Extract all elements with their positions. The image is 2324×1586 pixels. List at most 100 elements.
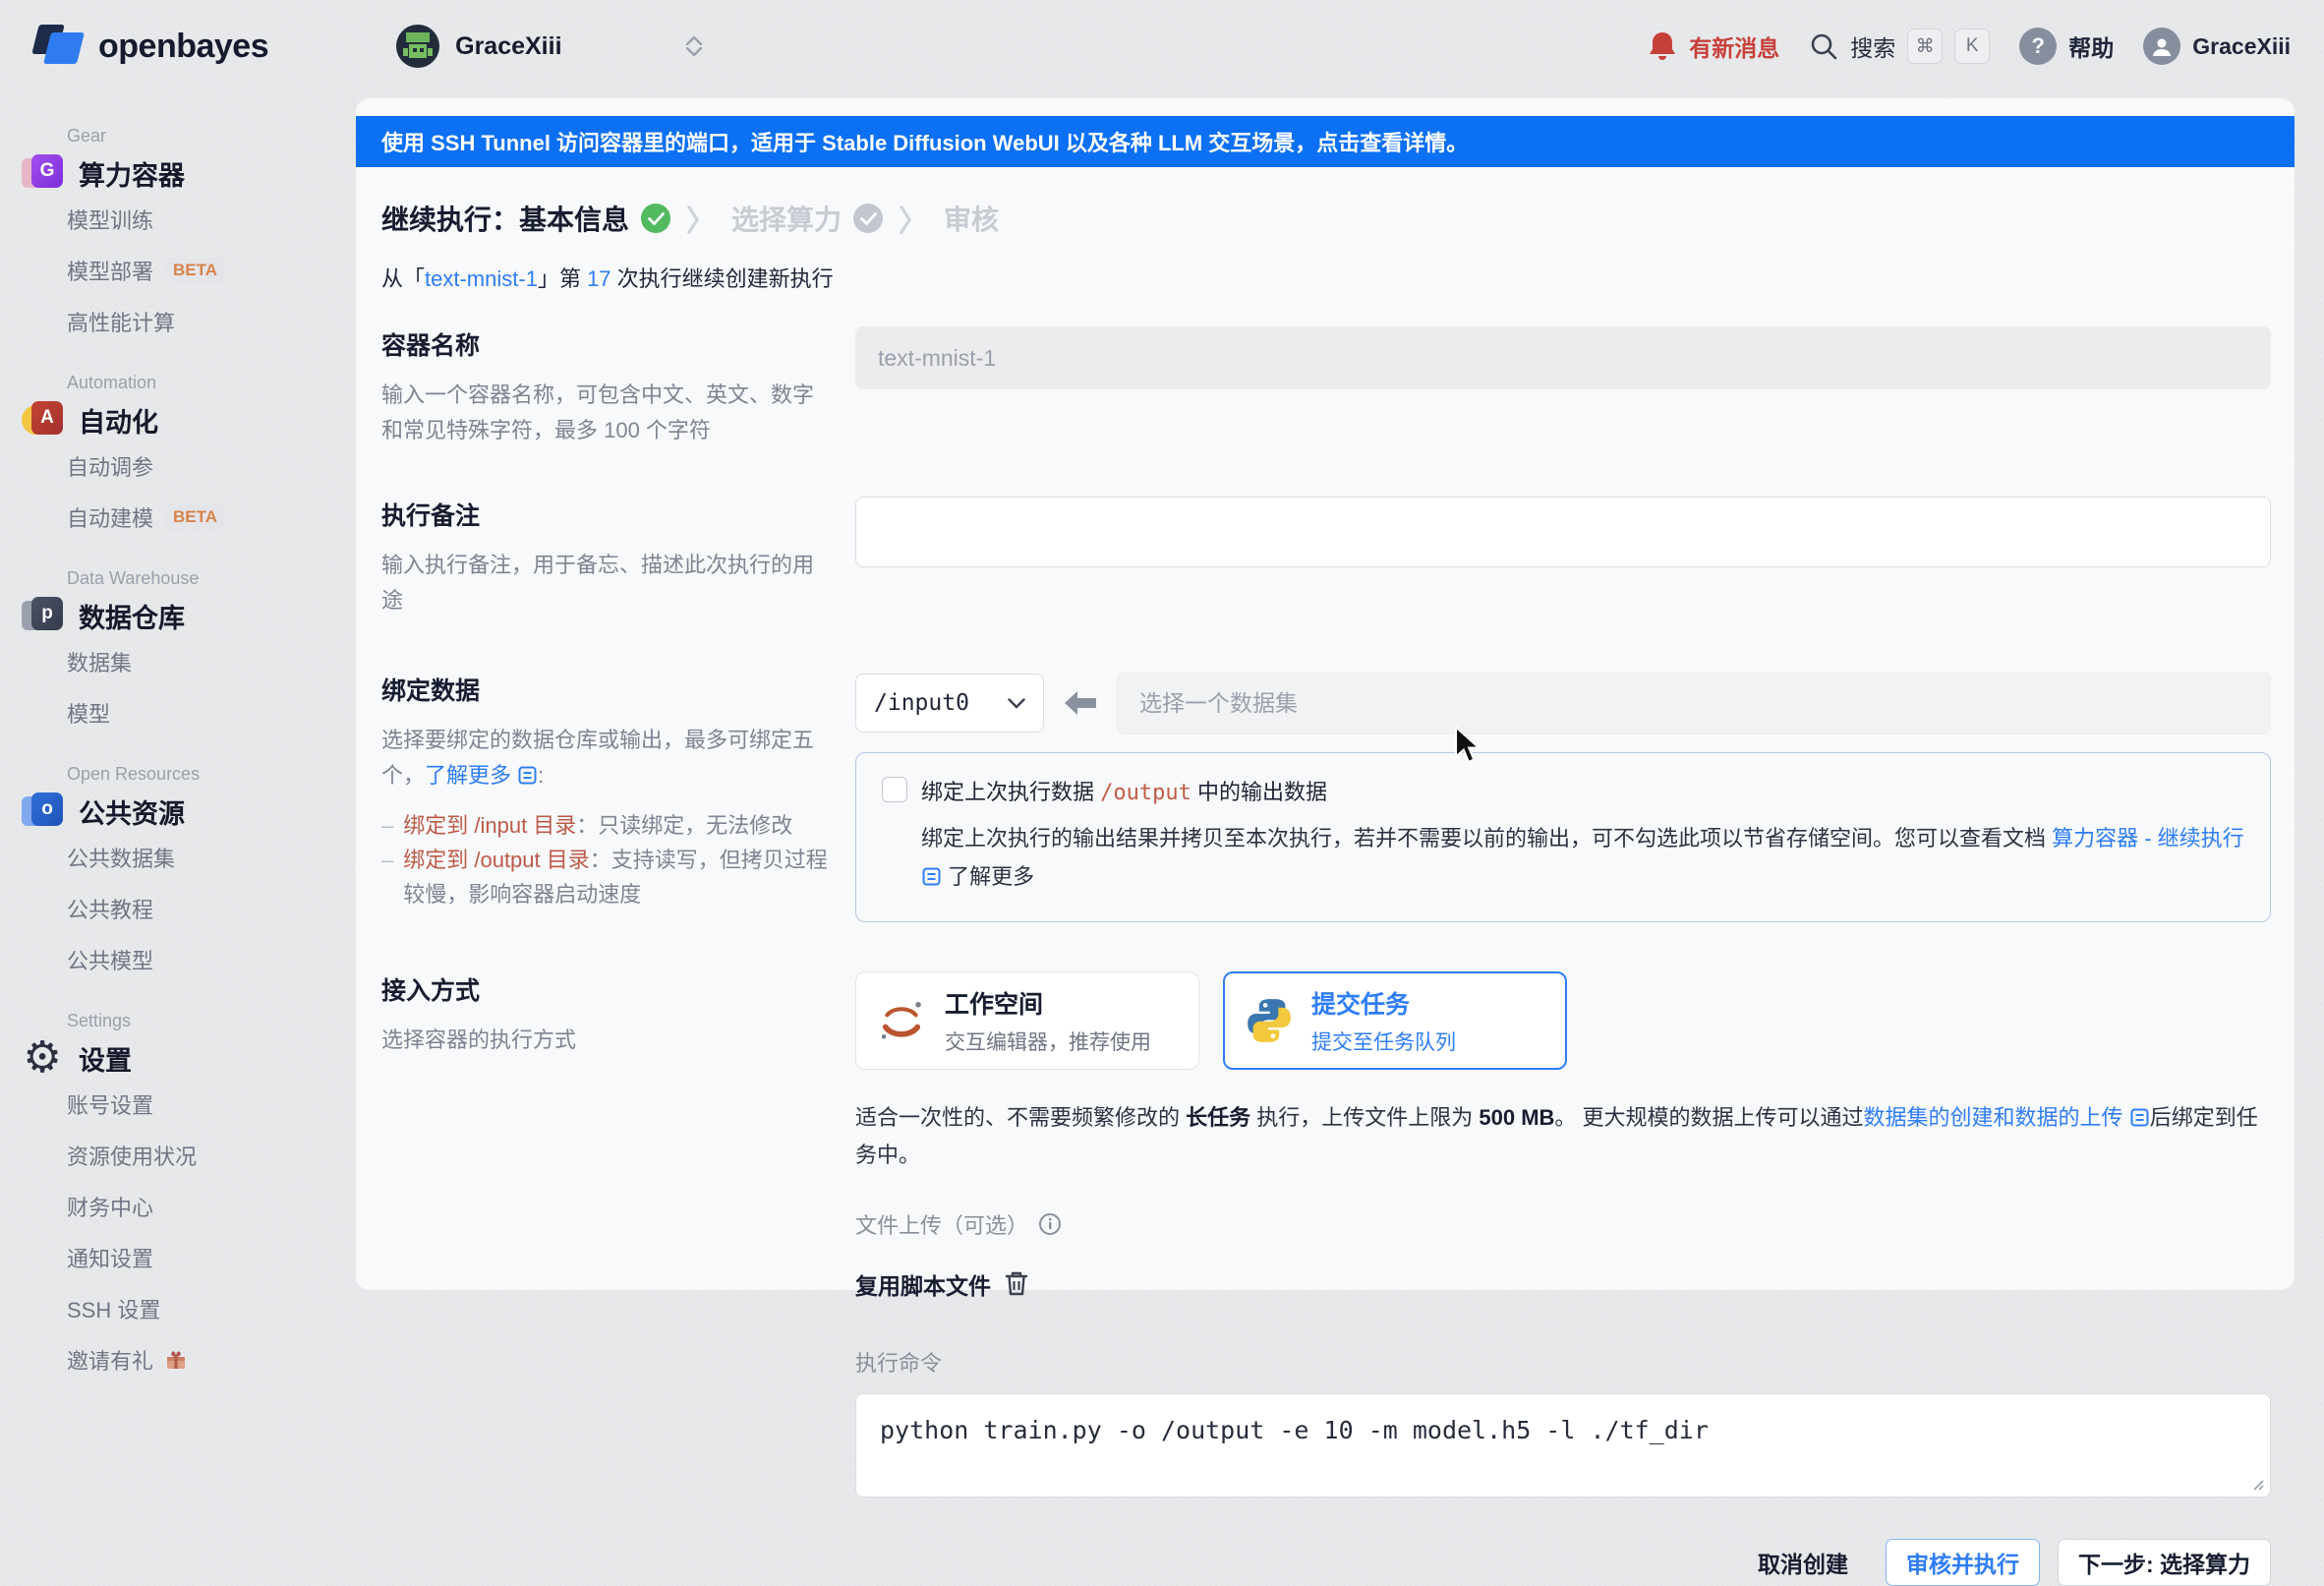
cancel-create-button[interactable]: 取消创建 (1738, 1539, 1868, 1586)
sidebar-item-auto-modeling[interactable]: 自动建模BETA (67, 492, 356, 543)
next-step-button[interactable]: 下一步: 选择算力 (2058, 1539, 2271, 1586)
learn-more-link[interactable]: 了解更多 (425, 763, 511, 788)
brand-name: openbayes (98, 28, 268, 66)
step-select-compute: 选择算力 (731, 199, 842, 238)
data-warehouse-icon: p (22, 595, 63, 636)
sidebar-item-resource-usage[interactable]: 资源使用状况 (67, 1130, 356, 1181)
command-textarea[interactable]: python train.py -o /output -e 10 -m mode… (855, 1393, 2271, 1498)
resize-handle-icon[interactable] (2250, 1477, 2264, 1491)
sidebar: Gear G 算力容器 模型训练 模型部署BETA 高性能计算 Automati… (0, 92, 356, 1385)
brand-logo[interactable]: openbayes (33, 23, 268, 70)
chevron-down-icon (1008, 698, 1025, 709)
dataset-upload-doc-link[interactable]: 数据集的创建和数据的上传 (1864, 1105, 2123, 1130)
gear-icon: ⚙ (22, 1037, 63, 1079)
bind-data-label: 绑定数据 (381, 672, 855, 707)
sidebar-item-automation[interactable]: A 自动化 (22, 399, 356, 441)
bind-previous-output-box: 绑定上次执行数据 /output 中的输出数据 绑定上次执行的输出结果并拷贝至本… (855, 752, 2271, 922)
run-note-label: 执行备注 (381, 497, 855, 532)
sidebar-item-referral[interactable]: 邀请有礼 (67, 1334, 356, 1385)
sidebar-item-models[interactable]: 模型 (67, 687, 356, 738)
step-review: 审核 (944, 199, 999, 238)
reuse-script-label: 复用脚本文件 (855, 1267, 991, 1301)
continue-from-line: 从「text-mnist-1」第 17 次执行继续创建新执行 (381, 262, 2295, 293)
beta-badge: BETA (165, 504, 225, 530)
step-separator-icon: 〉 (686, 197, 716, 240)
workspace-picker[interactable]: GraceXiii (396, 25, 701, 68)
sidebar-item-public-datasets[interactable]: 公共数据集 (67, 832, 356, 883)
top-header: openbayes GraceXiii 有新消息 搜索 ⌘ K ? 帮助 (0, 0, 2324, 92)
bind-output-checkbox[interactable] (882, 777, 907, 802)
gift-icon (165, 1349, 187, 1371)
reuse-script-row: 复用脚本文件 (855, 1267, 2271, 1301)
sidebar-item-compute-containers[interactable]: G 算力容器 (22, 152, 356, 194)
openbayes-logo-icon (33, 23, 85, 70)
sidebar-section-label-data-warehouse: Data Warehouse (67, 568, 356, 589)
user-menu[interactable]: GraceXiii (2143, 28, 2291, 65)
run-number-link[interactable]: 17 (587, 266, 610, 291)
sidebar-item-settings[interactable]: ⚙ 设置 (22, 1037, 356, 1079)
help-button[interactable]: ? 帮助 (2019, 28, 2114, 65)
search-label: 搜索 (1850, 29, 1895, 63)
bind-data-desc: 选择要绑定的数据仓库或输出，最多可绑定五个，了解更多 : (381, 723, 824, 794)
sidebar-item-data-warehouse[interactable]: p 数据仓库 (22, 595, 356, 636)
container-link[interactable]: text-mnist-1 (425, 266, 538, 291)
submit-task-card-sub: 提交至任务队列 (1311, 1027, 1456, 1056)
workspace-card-title: 工作空间 (945, 985, 1151, 1021)
beta-badge: BETA (165, 258, 225, 283)
mount-path-select[interactable]: /input0 (855, 674, 1044, 733)
submit-task-card[interactable]: 提交任务 提交至任务队列 (1223, 971, 1567, 1070)
sidebar-item-auto-tuning[interactable]: 自动调参 (67, 441, 356, 492)
user-avatar (2143, 28, 2180, 65)
run-note-desc: 输入执行备注，用于备忘、描述此次执行的用途 (381, 548, 824, 619)
notifications-button[interactable]: 有新消息 (1648, 29, 1779, 63)
bind-output-title: 绑定上次执行数据 /output 中的输出数据 (921, 775, 1327, 806)
sidebar-item-model-training[interactable]: 模型训练 (67, 194, 356, 245)
container-name-label: 容器名称 (381, 326, 855, 362)
check-circle-green-icon (641, 204, 670, 233)
continue-doc-link[interactable]: 算力容器 - 继续执行 (2052, 826, 2244, 851)
sidebar-item-model-deployment[interactable]: 模型部署BETA (67, 245, 356, 296)
info-icon[interactable] (1038, 1212, 1062, 1236)
access-mode-label: 接入方式 (381, 971, 855, 1007)
sidebar-item-public-models[interactable]: 公共模型 (67, 934, 356, 985)
automation-icon: A (22, 399, 63, 441)
ssh-tunnel-banner[interactable]: 使用 SSH Tunnel 访问容器里的端口，适用于 Stable Diffus… (356, 116, 2295, 167)
sidebar-item-account-settings[interactable]: 账号设置 (67, 1079, 356, 1130)
sidebar-section-label-automation: Automation (67, 373, 356, 393)
trash-icon[interactable] (1005, 1270, 1028, 1297)
workspace-card[interactable]: 工作空间 交互编辑器，推荐使用 (855, 971, 1199, 1070)
workspace-name: GraceXiii (455, 32, 561, 61)
chevron-updown-icon (686, 36, 702, 56)
command-label: 执行命令 (855, 1346, 2271, 1378)
dataset-select-input[interactable] (1117, 672, 2271, 734)
sidebar-item-datasets[interactable]: 数据集 (67, 636, 356, 687)
arrow-left-icon (1064, 690, 1097, 716)
review-and-run-button[interactable]: 审核并执行 (1886, 1539, 2040, 1586)
bind-output-bullet: –绑定到 /output 目录：支持读写，但拷贝过程较慢，影响容器启动速度 (381, 843, 834, 911)
sidebar-item-public-resources[interactable]: o 公共资源 (22, 791, 356, 832)
sidebar-section-label-open-resources: Open Resources (67, 764, 356, 785)
sidebar-item-hpc[interactable]: 高性能计算 (67, 296, 356, 347)
check-circle-gray-icon (853, 204, 883, 233)
sidebar-section-label-gear: Gear (67, 126, 356, 147)
sidebar-item-notification-settings[interactable]: 通知设置 (67, 1232, 356, 1283)
search-button[interactable]: 搜索 ⌘ K (1809, 29, 1990, 64)
task-caption: 适合一次性的、不需要频繁修改的 长任务 执行，上传文件上限为 500 MB。 更… (855, 1099, 2271, 1173)
main-panel: 使用 SSH Tunnel 访问容器里的端口，适用于 Stable Diffus… (356, 98, 2295, 1290)
access-mode-desc: 选择容器的执行方式 (381, 1023, 824, 1058)
compute-container-icon: G (22, 152, 63, 194)
sidebar-item-public-tutorials[interactable]: 公共教程 (67, 883, 356, 934)
document-icon (2129, 1107, 2150, 1128)
kbd-k: K (1954, 29, 1990, 64)
sidebar-item-ssh-settings[interactable]: SSH 设置 (67, 1283, 356, 1334)
document-icon (517, 765, 538, 786)
run-note-input[interactable] (855, 497, 2271, 567)
help-label: 帮助 (2068, 29, 2114, 63)
wizard-steps: 继续执行：基本信息 〉 选择算力 〉 审核 (381, 197, 2295, 240)
python-icon (1245, 996, 1294, 1045)
kbd-cmd: ⌘ (1907, 29, 1943, 64)
file-upload-label: 文件上传（可选） (855, 1208, 1028, 1240)
sidebar-item-billing-center[interactable]: 财务中心 (67, 1181, 356, 1232)
container-name-input[interactable] (855, 326, 2271, 389)
bell-icon (1648, 30, 1677, 62)
